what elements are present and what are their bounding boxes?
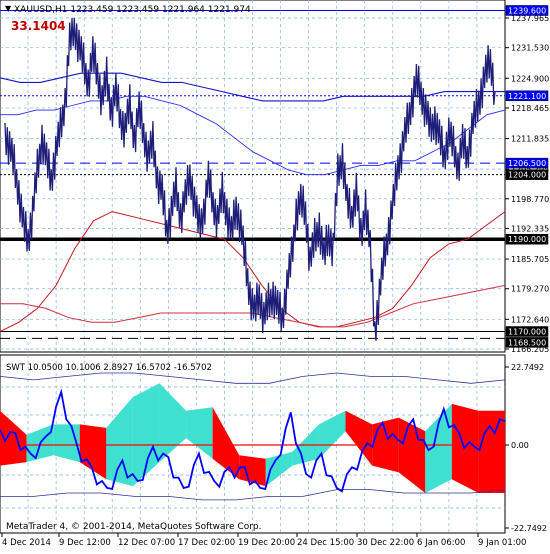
price-tick-label: 1211.835 [511,135,549,144]
time-tick-label: 9 Dec 12:00 [59,538,111,548]
price-tick-label: 1218.465 [511,104,549,113]
copyright-text: MetaTrader 4, © 2001-2014, MetaQuotes So… [6,522,262,532]
time-tick-label: 12 Dec 07:00 [118,538,175,548]
oscillator-tick-label: 0.00 [511,441,529,450]
price-tick-label: 1172.640 [511,315,549,324]
time-axis: 4 Dec 2014 9 Dec 12:00 12 Dec 07:00 17 Dec … [1,533,526,548]
price-tick-label: 1205.205 [511,165,549,174]
oscillator-tick-label: 22.7492 [511,363,544,372]
oscillator-cloud-segment [478,410,505,494]
price-tick-label: 1185.705 [511,255,549,264]
terminal-chart: 1239.6001221.1001206.5001204.0001190.000… [0,0,549,548]
price-tick-label: 1192.335 [511,224,549,233]
time-tick-label: 24 Dec 15:00 [297,538,354,548]
time-tick-label: 19 Dec 20:00 [238,538,295,548]
oscillator-axis: 22.7492 0.00 -22.7492 [505,363,547,533]
oscillator-tick-label: -22.7492 [511,524,547,533]
time-tick-label: 6 Jan 06:00 [417,538,465,548]
chart-menu-arrow-icon[interactable]: ▼ [5,4,12,13]
oscillator-cloud-segment [451,403,479,494]
time-tick-label: 4 Dec 2014 [2,538,51,548]
oscillator-title: SWT 10.0500 10.1006 2.8927 16.5702 -16.5… [6,363,212,373]
price-tick-label: 1198.770 [511,195,549,204]
price-tick-label: 1224.900 [511,74,549,83]
price-tick-label: 1231.530 [511,44,549,53]
price-axis: 1237.965 1231.530 1224.900 1218.465 1211.835… [505,14,549,354]
price-tick-label: 1179.270 [511,285,549,294]
price-level-label: 1221.100 [508,92,546,101]
symbol-line: XAUUSD,H1 1223.459 1223.459 1221.964 122… [14,5,251,15]
chart-window: 1239.600 1221.100 1206.500 1204.000 1190.000… [0,0,550,550]
time-tick-label: 30 Dec 22:00 [357,538,414,548]
time-tick-label: 17 Dec 02:00 [178,538,235,548]
value-label: 33.1404 [11,19,66,33]
price-level-label: 1170.000 [508,327,546,336]
price-level-label: 1190.000 [508,235,546,244]
price-tick-label: 1237.965 [511,14,549,23]
time-tick-label: 9 Jan 01:00 [478,538,526,548]
price-tick-label: 1166.205 [511,345,549,354]
